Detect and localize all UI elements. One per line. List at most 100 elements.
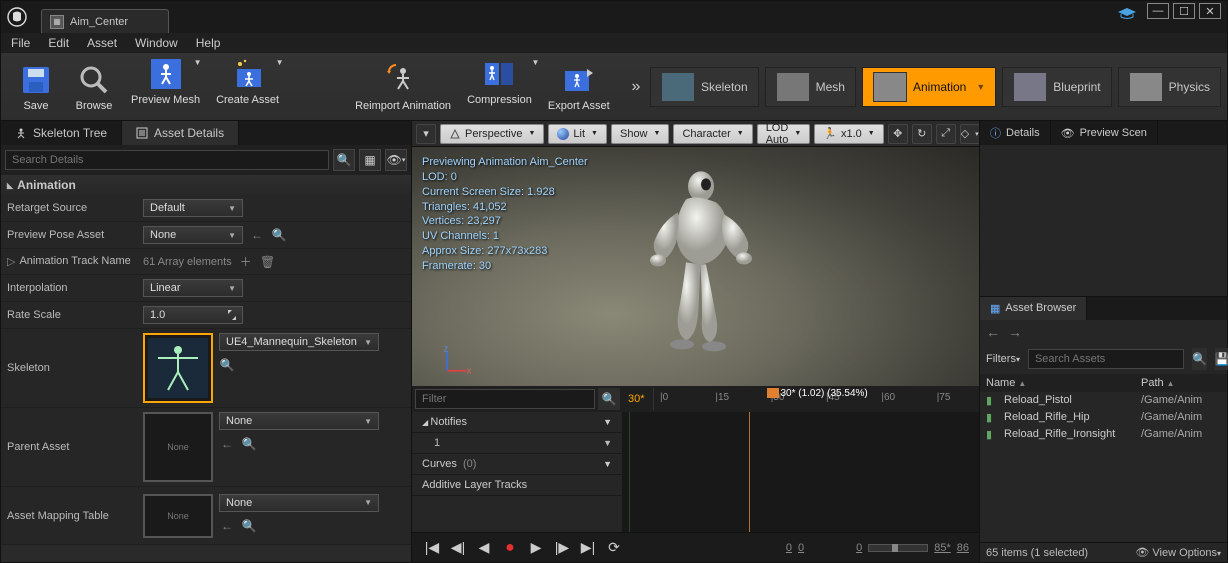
range-end-inner[interactable]: 85* <box>934 542 951 554</box>
mapping-back-icon[interactable]: ← <box>219 518 235 534</box>
viewport-cube-icon[interactable]: ◇▾ <box>960 124 980 144</box>
viewport-scale-icon[interactable]: ⤢ <box>936 124 956 144</box>
range-current[interactable]: 0 <box>856 542 862 554</box>
play-icon[interactable]: ▶ <box>526 539 546 556</box>
tab-asset-details[interactable]: Asset Details <box>122 121 239 145</box>
export-asset-button[interactable]: Export Asset <box>540 60 618 114</box>
loop-icon[interactable]: ⟳ <box>604 539 624 556</box>
retarget-source-dropdown[interactable]: Default▼ <box>143 199 243 217</box>
save-button[interactable]: Save <box>7 60 65 114</box>
interpolation-dropdown[interactable]: Linear▼ <box>143 279 243 297</box>
asset-save-icon[interactable]: 💾 <box>1215 348 1228 370</box>
goto-start-icon[interactable]: |◀ <box>422 539 442 556</box>
skeleton-magnifier-icon[interactable]: 🔍 <box>219 357 235 373</box>
back-arrow-icon[interactable]: ← <box>249 227 265 243</box>
menu-asset[interactable]: Asset <box>87 36 117 50</box>
timeline-grid[interactable] <box>622 412 979 532</box>
parent-back-icon[interactable]: ← <box>219 436 235 452</box>
mode-skeleton[interactable]: Skeleton <box>650 67 759 107</box>
asset-back-icon[interactable]: ← <box>986 324 1000 340</box>
skeleton-dropdown[interactable]: UE4_Mannequin_Skeleton▼ <box>219 333 379 351</box>
playhead-cursor[interactable] <box>767 388 779 398</box>
play-reverse-icon[interactable]: ◀ <box>474 539 494 556</box>
skeleton-thumbnail[interactable] <box>143 333 213 403</box>
view-options-button[interactable]: 👁 View Options▾ <box>1135 546 1221 559</box>
details-grid-toggle[interactable]: ▦ <box>359 149 381 171</box>
mode-animation[interactable]: Animation▼ <box>862 67 996 107</box>
track-notify-1[interactable]: 1▼ <box>412 433 622 454</box>
modes-scroll-left-icon[interactable]: » <box>622 67 650 107</box>
chevron-down-icon[interactable]: ▼ <box>603 438 612 448</box>
asset-filters-button[interactable]: Filters▾ <box>986 353 1020 365</box>
create-asset-button[interactable]: Create Asset ▼ <box>208 54 287 119</box>
menu-edit[interactable]: Edit <box>48 36 69 50</box>
mode-blueprint[interactable]: Blueprint <box>1002 67 1111 107</box>
preview-pose-dropdown[interactable]: None▼ <box>143 226 243 244</box>
parent-magnifier-icon[interactable]: 🔍 <box>241 436 257 452</box>
asset-search-icon[interactable]: 🔍 <box>1192 348 1207 370</box>
tab-skeleton-tree[interactable]: Skeleton Tree <box>1 121 122 145</box>
parent-asset-dropdown[interactable]: None▼ <box>219 412 379 430</box>
timeline-ruler[interactable]: |0 |15 |30 |45 |60 |75 30* (1.02) (35.54… <box>653 388 979 410</box>
close-button[interactable]: ✕ <box>1199 3 1221 19</box>
browse-button[interactable]: Browse <box>65 60 123 114</box>
document-tab[interactable]: ▦ Aim_Center <box>41 9 169 33</box>
mode-physics[interactable]: Physics <box>1118 67 1221 107</box>
reimport-button[interactable]: Reimport Animation <box>347 60 459 114</box>
viewport-character-button[interactable]: Character▼ <box>673 124 752 144</box>
step-back-frame-icon[interactable]: ◀| <box>448 539 468 556</box>
add-element-icon[interactable]: ＋ <box>238 254 254 270</box>
viewport-rotate-icon[interactable]: ↻ <box>912 124 932 144</box>
viewport[interactable]: Previewing Animation Aim_Center LOD: 0 C… <box>412 147 979 386</box>
section-animation[interactable]: Animation <box>1 175 411 195</box>
rate-scale-input[interactable]: 1.0 <box>143 306 243 324</box>
viewport-show-button[interactable]: Show▼ <box>611 124 669 144</box>
range-start-inner[interactable]: 0 <box>798 542 804 554</box>
minimize-button[interactable]: — <box>1147 3 1169 19</box>
asset-list[interactable]: ▮Reload_Pistol/Game/Anim ▮Reload_Rifle_H… <box>980 392 1227 543</box>
col-name[interactable]: Name▲ <box>986 377 1141 389</box>
chevron-down-icon[interactable]: ▼ <box>603 459 612 469</box>
preview-mesh-button[interactable]: Preview Mesh ▼ <box>123 54 208 119</box>
viewport-move-icon[interactable]: ✥ <box>888 124 908 144</box>
viewport-lit-button[interactable]: Lit▼ <box>548 124 607 144</box>
track-notifies[interactable]: ◢ Notifies▼ <box>412 412 622 433</box>
step-forward-frame-icon[interactable]: |▶ <box>552 539 572 556</box>
viewport-speed-button[interactable]: 🏃x1.0▼ <box>814 124 883 144</box>
goto-end-icon[interactable]: ▶| <box>578 539 598 556</box>
search-icon[interactable]: 🔍 <box>333 149 355 171</box>
col-path[interactable]: Path▲ <box>1141 377 1221 389</box>
track-curves[interactable]: Curves (0)▼ <box>412 454 622 475</box>
maximize-button[interactable]: ☐ <box>1173 3 1195 19</box>
tutorial-hat-icon[interactable] <box>1117 7 1137 24</box>
expand-icon[interactable]: ▷ <box>7 255 15 268</box>
range-end-outer[interactable]: 86 <box>957 542 969 554</box>
details-search-input[interactable] <box>5 150 329 170</box>
parent-asset-thumbnail[interactable]: None <box>143 412 213 482</box>
tab-details-right[interactable]: ⓘDetails <box>980 121 1051 145</box>
tab-asset-browser[interactable]: ▦Asset Browser <box>980 297 1087 320</box>
magnifier-small-icon[interactable]: 🔍 <box>271 227 287 243</box>
tab-preview-scene[interactable]: 👁Preview Scen <box>1051 121 1158 145</box>
range-scrollbar[interactable] <box>868 544 928 552</box>
mode-mesh[interactable]: Mesh <box>765 67 856 107</box>
asset-forward-icon[interactable]: → <box>1008 324 1022 340</box>
range-start-outer[interactable]: 0 <box>786 542 792 554</box>
viewport-perspective-button[interactable]: Perspective▼ <box>440 124 544 144</box>
mapping-dropdown[interactable]: None▼ <box>219 494 379 512</box>
compression-button[interactable]: Compression ▼ <box>459 54 540 119</box>
timeline-filter-input[interactable] <box>415 389 595 409</box>
asset-search-input[interactable] <box>1028 349 1184 369</box>
chevron-down-icon[interactable]: ▼ <box>603 417 612 427</box>
menu-window[interactable]: Window <box>135 36 178 50</box>
menu-file[interactable]: File <box>11 36 30 50</box>
track-additive[interactable]: Additive Layer Tracks <box>412 475 622 496</box>
mapping-thumbnail[interactable]: None <box>143 494 213 538</box>
record-icon[interactable]: ● <box>500 539 520 557</box>
mapping-magnifier-icon[interactable]: 🔍 <box>241 518 257 534</box>
menu-help[interactable]: Help <box>196 36 221 50</box>
viewport-lod-button[interactable]: LOD Auto▼ <box>757 124 811 144</box>
trash-icon[interactable]: 🗑 <box>260 254 276 270</box>
viewport-menu-button[interactable]: ▾ <box>416 124 436 144</box>
timeline-filter-search-icon[interactable]: 🔍 <box>598 388 620 410</box>
